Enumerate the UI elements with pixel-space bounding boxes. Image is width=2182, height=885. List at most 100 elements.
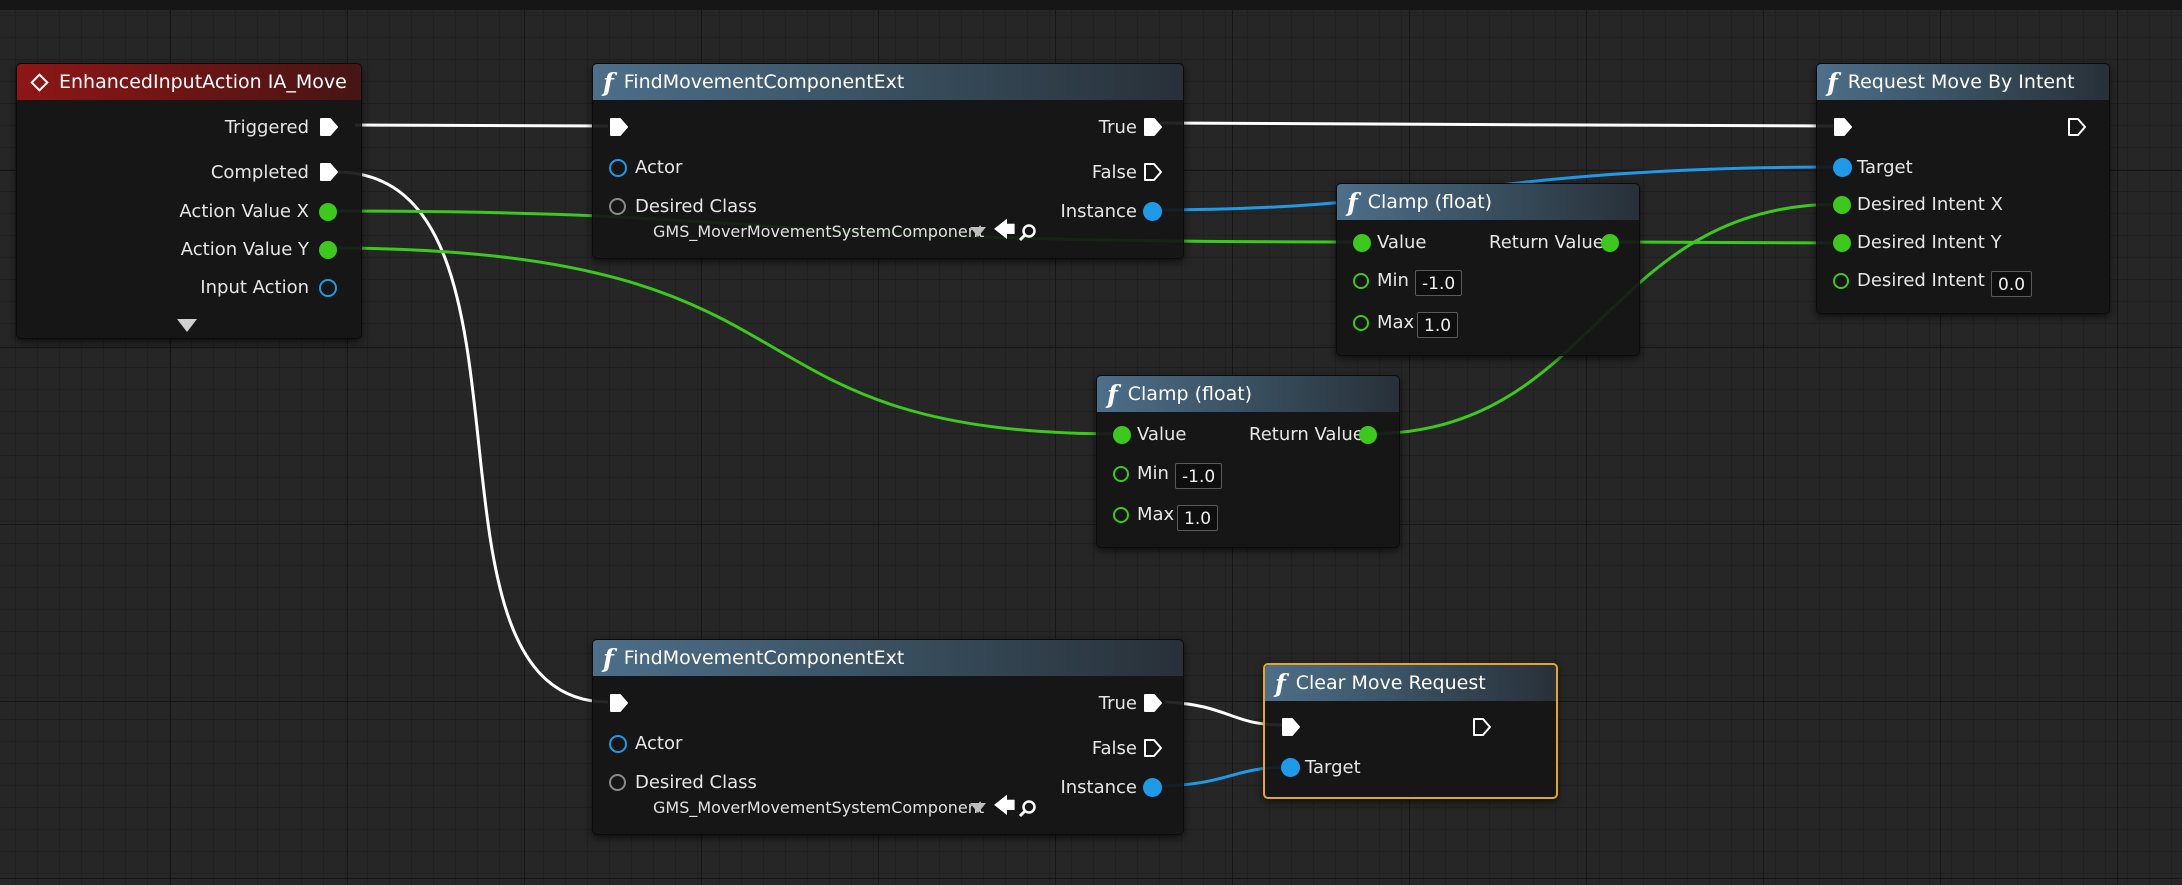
find-node-top-title: FindMovementComponentExt [623,71,905,93]
max-input[interactable]: 1.0 [1417,312,1459,338]
function-icon: f [1275,668,1286,698]
pin-label-min: Min [1377,270,1409,291]
wire-exec-true-to-request[interactable] [1159,121,1834,128]
desired-class-picker[interactable]: GMS_MoverMovementSystemComponent [653,222,984,241]
pin-max[interactable] [1353,315,1369,331]
event-node-title: EnhancedInputAction IA_Move [59,71,347,93]
pin-desired-class[interactable] [609,774,626,791]
clamp2-title: Clamp (float) [1127,383,1253,405]
pin-actor[interactable] [609,735,627,753]
exec-pin-input[interactable] [1281,717,1301,737]
pin-label-value: Value [1377,232,1427,253]
function-icon: f [603,643,614,673]
find-movement-component-node-bottom[interactable]: f FindMovementComponentExt Actor Desired… [592,639,1184,835]
function-icon: f [1347,187,1358,217]
pin-label-return-value: Return Value [1249,424,1364,445]
pin-desired-class[interactable] [609,198,626,215]
request-node-title: Request Move By Intent [1847,71,2075,93]
pin-label-desired-intent-y: Desired Intent Y [1857,232,2002,253]
exec-pin-true[interactable] [1143,117,1163,137]
find-movement-component-node-top[interactable]: f FindMovementComponentExt Actor Desired… [592,63,1184,259]
clamp2-header[interactable]: f Clamp (float) [1097,376,1399,412]
arrow-left-icon[interactable]: 🡄 [993,220,1016,242]
desired-intent-z-input[interactable]: 0.0 [1991,271,2033,297]
wire-clamp1-to-intent-y[interactable] [1608,240,1842,245]
find-node-top-header[interactable]: f FindMovementComponentExt [593,64,1183,100]
exec-pin-output[interactable] [2067,117,2087,137]
pin-desired-intent-x[interactable] [1833,196,1851,214]
exec-pin-false[interactable] [1143,738,1163,758]
exec-pin-triggered[interactable] [319,117,339,137]
wire-exec-completed[interactable] [335,170,609,704]
pin-label-min: Min [1137,463,1169,484]
desired-class-picker[interactable]: GMS_MoverMovementSystemComponent [653,798,984,817]
pin-label-true: True [1098,117,1137,138]
request-move-by-intent-node[interactable]: f Request Move By Intent Target Desired … [1816,63,2110,314]
pin-return-value[interactable] [1601,234,1619,252]
pin-return-value[interactable] [1359,426,1377,444]
graph-top-bar [0,0,2182,10]
wire-exec-triggered[interactable] [354,123,609,128]
clear-node-title: Clear Move Request [1295,672,1486,694]
pin-action-value-x[interactable] [319,203,337,221]
pin-label-actor: Actor [635,733,683,754]
exec-pin-false[interactable] [1143,162,1163,182]
pin-action-value-y[interactable] [319,241,337,259]
pin-label-desired-intent-z: Desired Intent Z [1857,270,2003,291]
find-node-bottom-header[interactable]: f FindMovementComponentExt [593,640,1183,676]
max-input[interactable]: 1.0 [1177,505,1219,531]
function-icon: f [1107,379,1118,409]
pin-label-desired-class: Desired Class [635,772,757,793]
pin-instance[interactable] [1143,202,1162,221]
clamp-float-node-1[interactable]: f Clamp (float) Value Return Value Min -… [1336,183,1640,356]
pin-label-triggered: Triggered [224,117,309,138]
chevron-down-icon[interactable] [970,803,986,813]
pin-actor[interactable] [609,159,627,177]
search-icon[interactable] [1018,799,1038,819]
clamp1-title: Clamp (float) [1367,191,1493,213]
pin-label-max: Max [1137,504,1175,525]
pin-label-desired-class: Desired Class [635,196,757,217]
pin-label-false: False [1091,162,1137,183]
pin-min[interactable] [1113,466,1129,482]
expand-arrow-icon[interactable] [177,319,197,332]
request-node-header[interactable]: f Request Move By Intent [1817,64,2109,100]
clamp1-header[interactable]: f Clamp (float) [1337,184,1639,220]
exec-pin-true[interactable] [1143,693,1163,713]
clamp-float-node-2[interactable]: f Clamp (float) Value Return Value Min -… [1096,375,1400,548]
exec-pin-input[interactable] [609,117,629,137]
pin-target[interactable] [1281,758,1300,777]
exec-pin-input[interactable] [609,693,629,713]
pin-desired-intent-y[interactable] [1833,234,1851,252]
chevron-down-icon[interactable] [970,227,986,237]
pin-min[interactable] [1353,273,1369,289]
pin-value[interactable] [1353,234,1371,252]
clear-move-request-node[interactable]: f Clear Move Request Target [1263,663,1558,799]
pin-max[interactable] [1113,507,1129,523]
pin-label-instance: Instance [1060,201,1137,222]
event-node-ia-move[interactable]: EnhancedInputAction IA_Move Triggered Co… [16,63,362,339]
pin-label-action-value-y: Action Value Y [180,239,309,260]
clear-node-header[interactable]: f Clear Move Request [1265,665,1556,701]
search-icon[interactable] [1018,223,1038,243]
wire-action-y-to-clamp2[interactable] [326,246,1121,436]
pin-instance[interactable] [1143,778,1162,797]
pin-label-actor: Actor [635,157,683,178]
min-input[interactable]: -1.0 [1415,270,1463,296]
event-node-header[interactable]: EnhancedInputAction IA_Move [17,64,361,100]
exec-pin-completed[interactable] [319,162,339,182]
pin-desired-intent-z[interactable] [1833,273,1849,289]
pin-label-target: Target [1305,757,1361,778]
function-icon: f [603,67,614,97]
pin-label-return-value: Return Value [1489,232,1604,253]
pin-label-target: Target [1857,157,1913,178]
pin-input-action[interactable] [319,279,337,297]
pin-target[interactable] [1833,158,1852,177]
pin-label-instance: Instance [1060,777,1137,798]
exec-pin-input[interactable] [1833,117,1853,137]
pin-value[interactable] [1113,426,1131,444]
pin-label-input-action: Input Action [200,277,309,298]
min-input[interactable]: -1.0 [1175,463,1223,489]
exec-pin-output[interactable] [1472,717,1492,737]
arrow-left-icon[interactable]: 🡄 [993,796,1016,818]
